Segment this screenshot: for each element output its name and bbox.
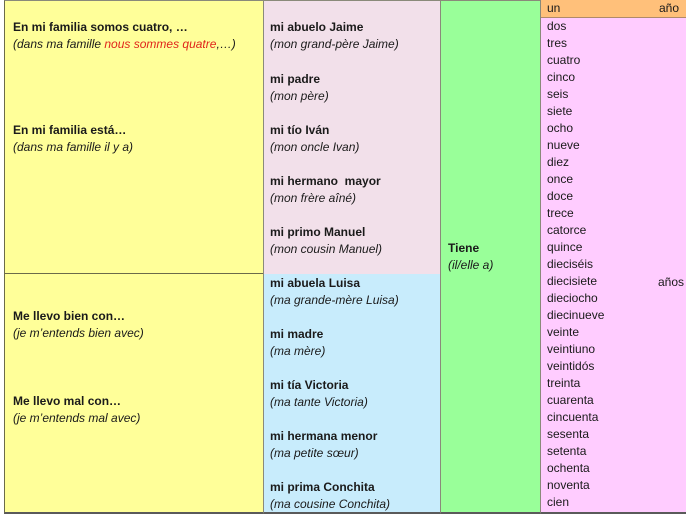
age-number: veintidós — [547, 359, 595, 373]
family-member: mi primo Manuel (mon cousin Manuel) — [270, 224, 382, 258]
age-number: dieciséis — [547, 257, 594, 271]
member-spanish: mi abuela Luisa — [270, 276, 361, 290]
phrase-spanish: En mi familia somos cuatro, … — [13, 20, 188, 34]
age-number: veintiuno — [547, 342, 596, 356]
age-number: noventa — [547, 478, 590, 492]
family-member: mi padre (mon père) — [270, 71, 329, 105]
family-member: mi tío Iván (mon oncle Ivan) — [270, 122, 359, 156]
member-french: (mon frère aîné) — [270, 191, 357, 205]
family-member: mi prima Conchita (ma cousine Conchita) — [270, 479, 390, 513]
phrase-french-highlight: nous sommes quatre — [104, 37, 217, 51]
age-number: seis — [547, 87, 569, 101]
relation-phrases-cell: Me llevo bien con… (je m’entends bien av… — [4, 274, 263, 514]
member-french: (ma tante Victoria) — [270, 395, 368, 409]
member-french: (ma mère) — [270, 344, 326, 358]
phrase-block: En mi familia somos cuatro, … (dans ma f… — [13, 19, 236, 53]
phrase-french: (dans ma famille il y a) — [13, 140, 134, 154]
phrase-block: Me llevo mal con… (je m’entends mal avec… — [13, 393, 140, 427]
age-number: cinco — [547, 70, 576, 84]
member-spanish: mi primo Manuel — [270, 225, 366, 239]
member-spanish: mi hermano mayor — [270, 174, 381, 188]
family-member: mi madre (ma mère) — [270, 326, 325, 360]
male-members-cell: mi abuelo Jaime (mon grand-père Jaime) m… — [263, 0, 440, 274]
member-spanish: mi padre — [270, 72, 321, 86]
member-french: (mon grand-père Jaime) — [270, 37, 399, 51]
age-number: tres — [547, 36, 568, 50]
phrase-french: (je m’entends bien avec) — [13, 326, 144, 340]
age-number: dos — [547, 19, 567, 33]
age-number: setenta — [547, 444, 587, 458]
member-french: (mon oncle Ivan) — [270, 140, 360, 154]
age-number: cincuenta — [547, 410, 599, 424]
age-number: trece — [547, 206, 574, 220]
age-header-row: un año — [541, 0, 686, 18]
phrase-spanish: En mi familia está… — [13, 123, 127, 137]
phrase-spanish: Me llevo bien con… — [13, 309, 126, 323]
age-number: diez — [547, 155, 570, 169]
member-spanish: mi madre — [270, 327, 324, 341]
age-number: veinte — [547, 325, 580, 339]
female-members-cell: mi abuela Luisa (ma grande-mère Luisa) m… — [263, 274, 440, 514]
age-numbers-cell: un año dos tres cuatro cinco seis siete ocho nu… — [540, 0, 686, 514]
age-number: cuarenta — [547, 393, 594, 407]
phrase-french: (dans ma famille nous sommes quatre,…) — [13, 36, 236, 53]
member-spanish: mi tío Iván — [270, 123, 330, 137]
family-member: mi tía Victoria (ma tante Victoria) — [270, 377, 368, 411]
age-number: dieciocho — [547, 291, 598, 305]
family-member: mi abuela Luisa (ma grande-mère Luisa) — [270, 275, 399, 309]
age-number: doce — [547, 189, 574, 203]
phrase-block: Me llevo bien con… (je m’entends bien av… — [13, 308, 144, 342]
member-spanish: mi prima Conchita — [270, 480, 375, 494]
phrase-french: (je m’entends mal avec) — [13, 411, 141, 425]
phrase-spanish: Me llevo mal con… — [13, 394, 122, 408]
age-number: treinta — [547, 376, 581, 390]
age-number: diecinueve — [547, 308, 605, 322]
intro-phrases-cell: En mi familia somos cuatro, … (dans ma f… — [4, 0, 263, 274]
age-number: diecisiete — [547, 274, 598, 288]
member-french: (ma grande-mère Luisa) — [270, 293, 399, 307]
age-number: cien — [547, 495, 570, 509]
age-number: cuatro — [547, 53, 581, 67]
phrase-french-prefix: (dans ma famille — [13, 37, 105, 51]
header-unit: año — [659, 1, 680, 15]
header-number: un — [547, 1, 561, 15]
family-member: mi hermano mayor (mon frère aîné) — [270, 173, 381, 207]
member-spanish: mi abuelo Jaime — [270, 20, 364, 34]
verb-cell: Tiene (il/elle a) — [440, 0, 540, 514]
age-number: ocho — [547, 121, 574, 135]
age-number: catorce — [547, 223, 587, 237]
age-number: nueve — [547, 138, 580, 152]
phrase-french-suffix: ,…) — [216, 37, 236, 51]
plural-unit: años — [658, 275, 685, 289]
member-french: (ma cousine Conchita) — [270, 497, 391, 511]
member-spanish: mi tía Victoria — [270, 378, 349, 392]
phrase-block: En mi familia está… (dans ma famille il … — [13, 122, 133, 156]
age-number: once — [547, 172, 574, 186]
family-member: mi hermana menor (ma petite sœur) — [270, 428, 377, 462]
verb-french: (il/elle a) — [448, 258, 494, 272]
verb-spanish: Tiene — [448, 241, 480, 255]
member-french: (mon cousin Manuel) — [270, 242, 383, 256]
age-number: sesenta — [547, 427, 590, 441]
family-member: mi abuelo Jaime (mon grand-père Jaime) — [270, 19, 399, 53]
member-french: (ma petite sœur) — [270, 446, 359, 460]
age-number: ochenta — [547, 461, 590, 475]
age-number: quince — [547, 240, 583, 254]
verb-block: Tiene (il/elle a) — [448, 240, 493, 274]
age-number: siete — [547, 104, 573, 118]
member-spanish: mi hermana menor — [270, 429, 378, 443]
member-french: (mon père) — [270, 89, 329, 103]
